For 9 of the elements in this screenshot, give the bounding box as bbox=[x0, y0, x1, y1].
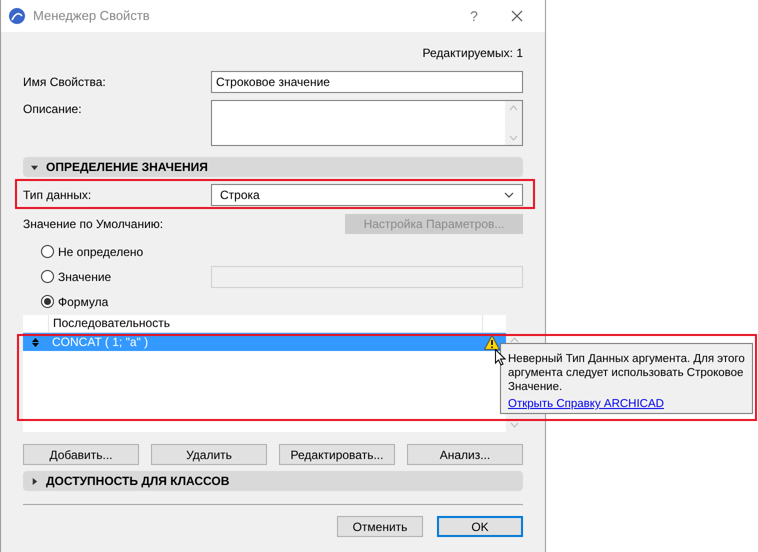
window-title: Менеджер Свойств bbox=[33, 7, 151, 26]
editable-count: Редактируемых: 1 bbox=[422, 45, 523, 60]
field-label: Тип данных: bbox=[23, 187, 92, 204]
formula-text: CONCAT ( 1; "a" ) bbox=[51, 334, 150, 351]
field-label: Имя Свойства: bbox=[23, 74, 107, 91]
tooltip-text: Неверный Тип Данных аргумента. Для этого аргумента следует использовать Строковое Значение. bbox=[508, 352, 745, 394]
field-label: Значение по Умолчанию: bbox=[23, 216, 164, 233]
column-header: Последовательность bbox=[48, 315, 482, 332]
field-label: Описание: bbox=[23, 101, 83, 118]
